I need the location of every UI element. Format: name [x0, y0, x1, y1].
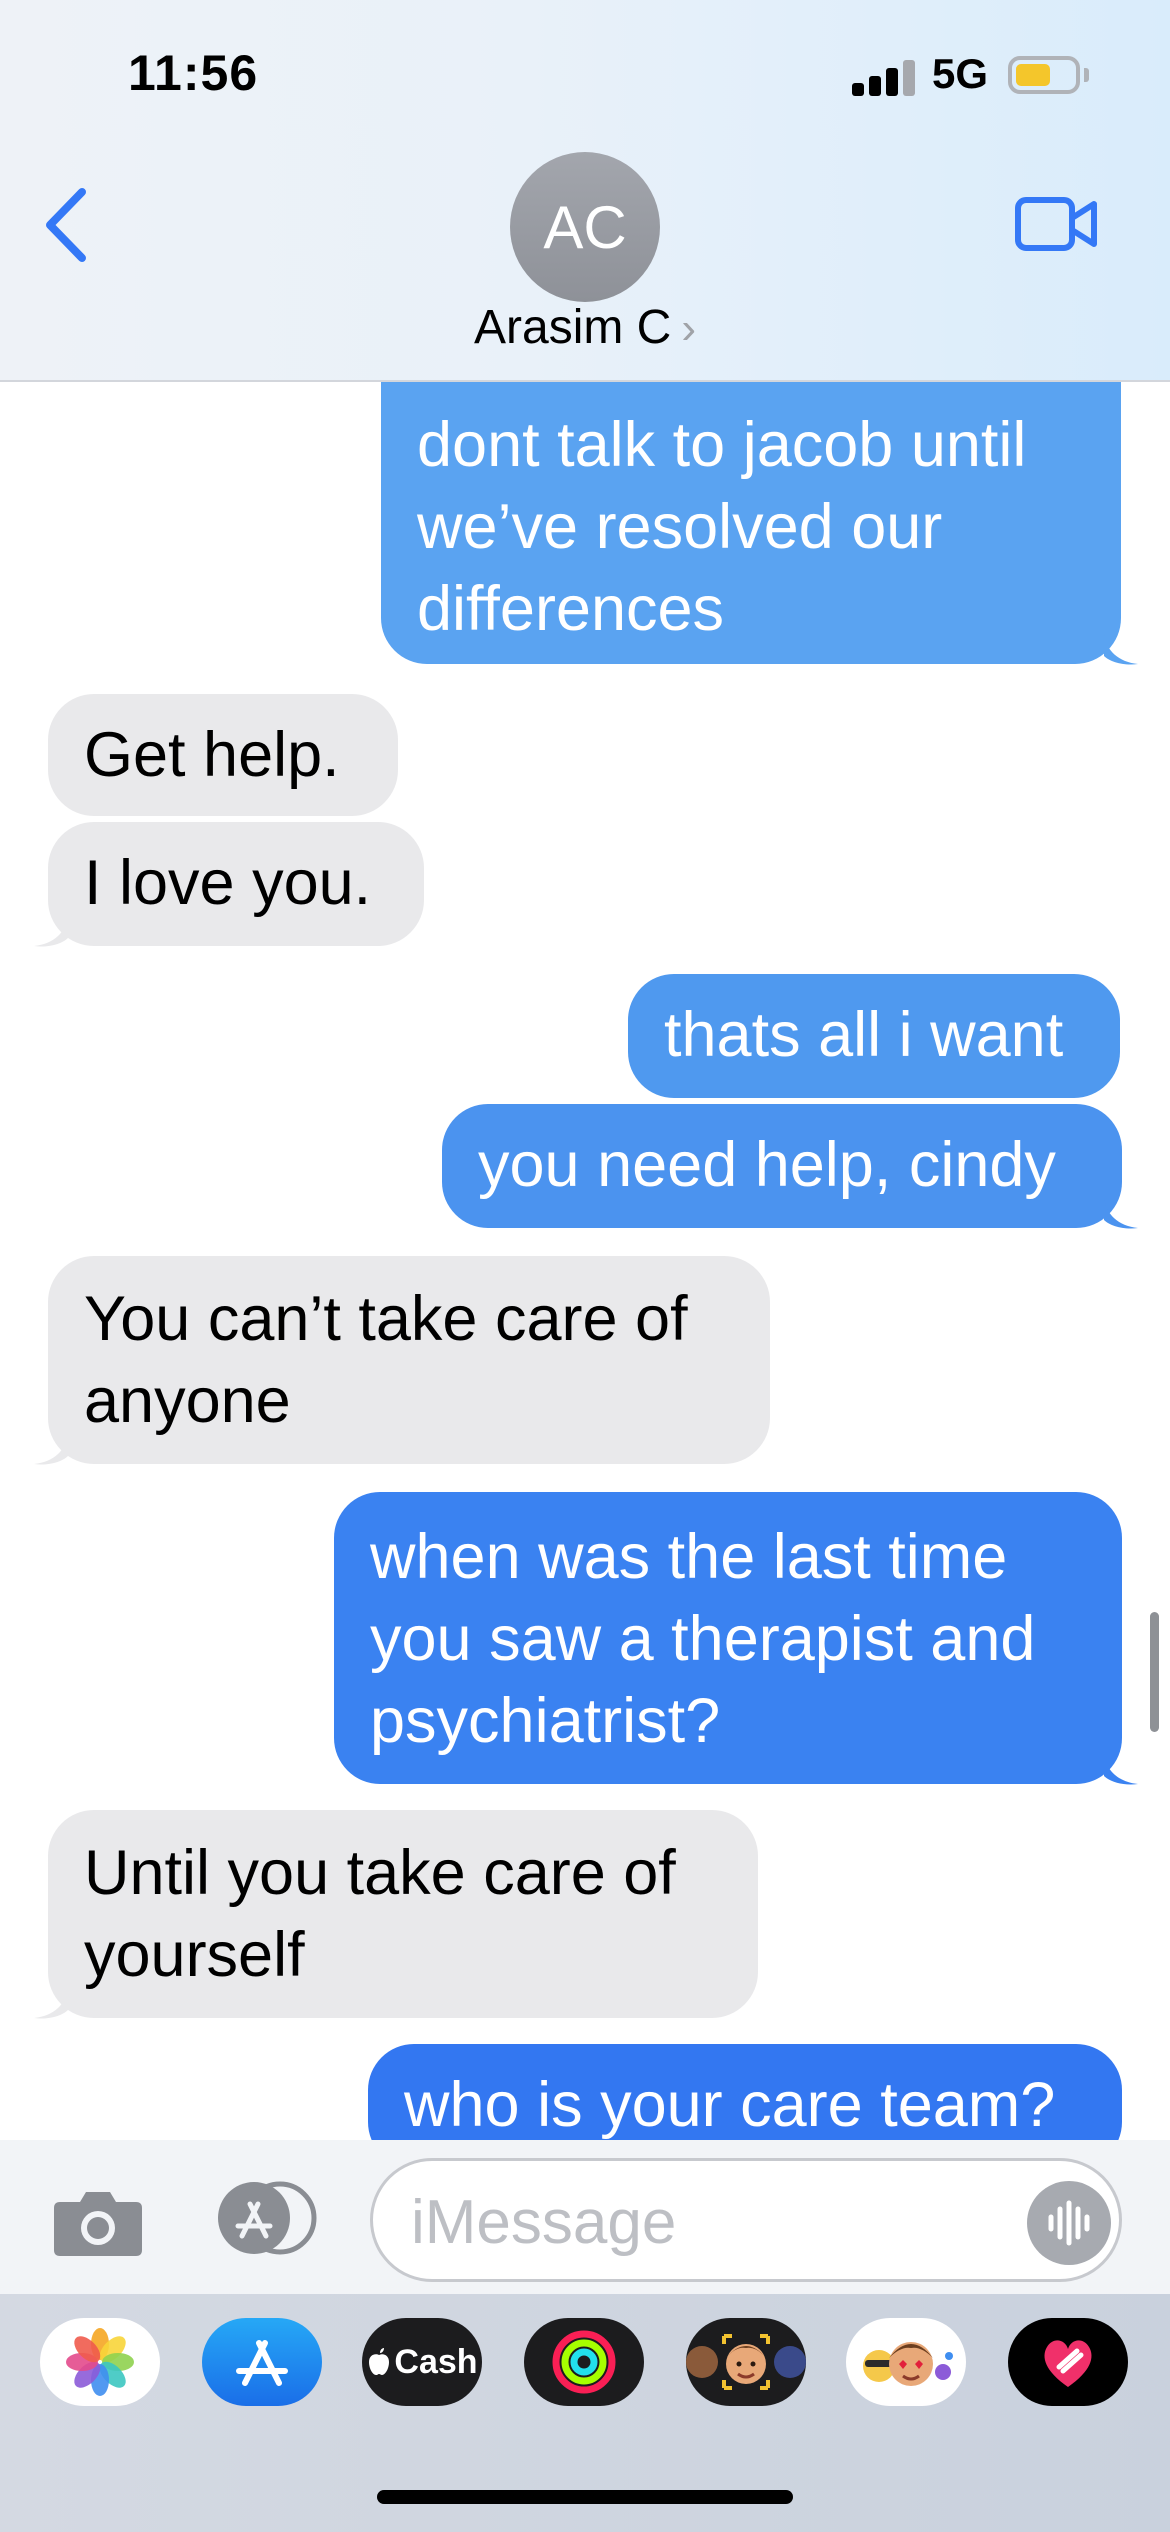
apps-button[interactable] — [208, 2180, 320, 2256]
message-bubble-sent[interactable]: dont talk to jacob until we’ve resolved … — [381, 382, 1121, 664]
back-button[interactable] — [38, 180, 98, 270]
battery-level — [1016, 64, 1050, 86]
app-store-icon — [236, 2340, 288, 2386]
message-text: dont talk to jacob until we’ve resolved … — [417, 410, 1027, 644]
contact-name-button[interactable]: Arasim C › — [0, 300, 1170, 355]
photos-icon — [66, 2328, 134, 2396]
chevron-left-icon — [46, 188, 86, 262]
message-bubble-sent[interactable]: you need help, cindy — [442, 1104, 1122, 1228]
message-bubble-sent[interactable]: when was the last time you saw a therapi… — [334, 1492, 1122, 1784]
status-time: 11:56 — [128, 45, 259, 101]
message-bubble-received[interactable]: You can’t take care of anyone — [48, 1256, 770, 1464]
chevron-right-icon: › — [681, 304, 696, 353]
message-text: Until you take care of yourself — [84, 1838, 676, 1990]
message-text: I love you. — [84, 848, 372, 918]
message-tail — [1104, 1198, 1138, 1229]
message-bubble-received[interactable]: Get help. — [48, 694, 398, 816]
message-text: thats all i want — [664, 1000, 1064, 1070]
message-text: you need help, cindy — [478, 1130, 1056, 1200]
message-text: when was the last time you saw a therapi… — [370, 1522, 1036, 1756]
apple-cash-app-button[interactable]: Cash — [362, 2318, 482, 2406]
memoji-stickers-icon — [863, 2342, 953, 2386]
message-bubble-sent[interactable]: thats all i want — [628, 974, 1120, 1098]
message-tail — [34, 916, 68, 947]
contact-avatar[interactable]: AC — [510, 152, 660, 302]
photos-app-button[interactable] — [40, 2318, 160, 2406]
message-text: Get help. — [84, 720, 340, 790]
home-indicator[interactable] — [377, 2490, 793, 2504]
message-tail — [1104, 634, 1138, 665]
cellular-signal-icon — [852, 58, 916, 96]
message-input[interactable] — [409, 2181, 1013, 2263]
avatar-initials: AC — [543, 193, 627, 261]
message-bubble-received[interactable]: I love you. — [48, 822, 424, 946]
video-camera-icon — [1015, 197, 1097, 251]
memoji-icon — [686, 2334, 806, 2390]
battery-icon — [1008, 56, 1080, 94]
message-tail — [34, 1434, 68, 1465]
message-bubble-received[interactable]: Until you take care of yourself — [48, 1810, 758, 2018]
digital-touch-icon — [1044, 2340, 1092, 2387]
network-type: 5G — [932, 50, 989, 97]
app-store-icon — [218, 2181, 317, 2255]
message-text: You can’t take care of anyone — [84, 1284, 688, 1436]
digital-touch-app-button[interactable] — [1008, 2318, 1128, 2406]
imessage-field[interactable] — [370, 2158, 1122, 2282]
message-text: who is your care team? — [404, 2070, 1056, 2140]
memoji-app-button[interactable] — [686, 2318, 806, 2406]
memoji-stickers-app-button[interactable] — [846, 2318, 966, 2406]
message-tail — [1104, 1754, 1138, 1785]
scroll-indicator[interactable] — [1150, 1612, 1159, 1732]
fitness-app-button[interactable] — [524, 2318, 644, 2406]
facetime-video-button[interactable] — [1014, 196, 1098, 252]
fitness-rings-icon — [552, 2330, 616, 2394]
contact-name: Arasim C — [474, 301, 672, 354]
apple-cash-label: Cash — [394, 2342, 478, 2381]
battery-tip — [1084, 68, 1089, 82]
message-tail — [34, 1988, 68, 2019]
camera-icon — [54, 2192, 142, 2256]
apple-cash-icon — [369, 2348, 390, 2375]
app-store-app-button[interactable] — [202, 2318, 322, 2406]
voice-message-button[interactable] — [1027, 2181, 1111, 2265]
waveform-icon — [1048, 2200, 1090, 2246]
camera-button[interactable] — [52, 2186, 144, 2258]
